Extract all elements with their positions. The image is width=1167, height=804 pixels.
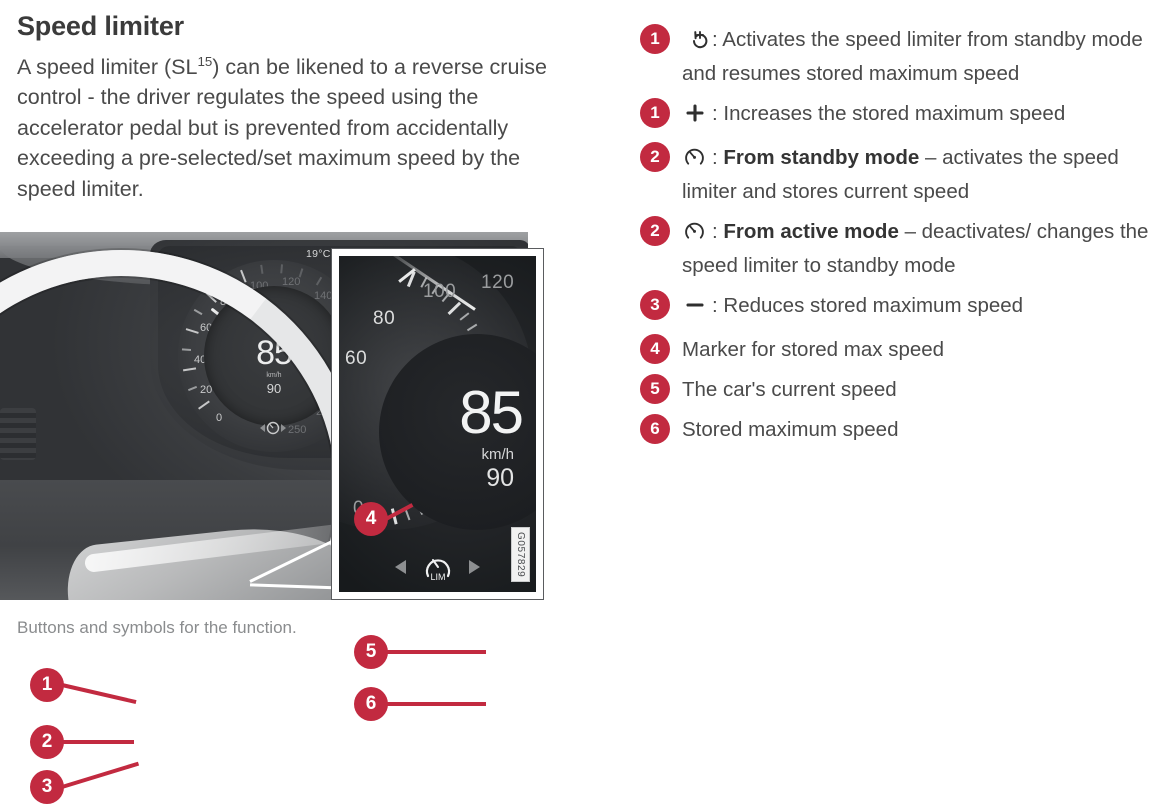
intro-text-part1: A speed limiter (SL <box>17 54 198 79</box>
legend-separator-1a: : <box>712 28 718 51</box>
lim-gauge-icon: LIM <box>421 550 455 584</box>
legend-text-1b: : Increases the stored maximum speed <box>682 98 1065 133</box>
legend-list: 1 : Activates the speed limiter from sta… <box>640 24 1164 454</box>
legend-item-4: 4 Marker for stored max speed <box>640 334 1164 365</box>
photo-caption: Buttons and symbols for the function. <box>17 618 297 637</box>
legend-badge-1b: 1 <box>640 98 670 128</box>
legend-body-4: Marker for stored max speed <box>682 338 945 361</box>
inset-speed-unit: km/h <box>481 446 514 463</box>
inset-tick <box>447 301 461 315</box>
legend-text-1a: : Activates the speed limiter from stand… <box>682 24 1164 89</box>
legend-body-1a: Activates the speed limiter from standby… <box>682 28 1143 85</box>
inset-tick <box>466 323 478 332</box>
inset-screen: 0 60 80 100 120 85 km/h 90 LIM G057829 <box>339 256 536 592</box>
legend-item-6: 6 Stored maximum speed <box>640 414 1164 445</box>
callout-line-1 <box>61 683 137 705</box>
inset-tick <box>404 509 411 521</box>
legend-badge-3: 3 <box>640 290 670 320</box>
legend-separator-2a: : <box>712 146 718 169</box>
speed-limiter-gauge-icon <box>682 220 708 251</box>
legend-body-5: The car's current speed <box>682 378 897 401</box>
callout-badge-3: 3 <box>30 770 64 804</box>
legend-bold-2a: From standby mode <box>723 146 920 169</box>
inset-status-bar: LIM <box>339 550 536 584</box>
page-title: Speed limiter <box>17 11 184 41</box>
legend-text-2a: : From standby mode – activates the spee… <box>682 142 1164 207</box>
legend-separator-2b: : <box>712 220 718 243</box>
legend-item-2a: 2 : From standby mode – activates the sp… <box>640 142 1164 207</box>
minus-icon <box>682 294 708 325</box>
callout-line-3 <box>61 761 140 789</box>
legend-item-1b: 1 : Increases the stored maximum speed <box>640 98 1164 133</box>
callout-badge-4: 4 <box>354 502 388 536</box>
callout-badge-5: 5 <box>354 635 388 669</box>
intro-paragraph: A speed limiter (SL15) can be likened to… <box>17 52 547 205</box>
callout-badge-6: 6 <box>354 687 388 721</box>
dial-tick <box>280 264 283 274</box>
svg-text:LIM: LIM <box>430 572 445 582</box>
legend-badge-5: 5 <box>640 374 670 404</box>
resume-plus-icon <box>682 28 708 59</box>
dial-tick <box>260 264 263 274</box>
inset-label-120: 120 <box>481 272 515 293</box>
legend-badge-6: 6 <box>640 414 670 444</box>
dial-tick <box>240 269 247 283</box>
legend-separator-3: : <box>712 294 718 317</box>
inset-label-60: 60 <box>345 348 368 369</box>
dial-tick <box>315 276 322 286</box>
current-speed-readout: 85 <box>459 379 524 446</box>
legend-badge-2b: 2 <box>640 216 670 246</box>
inset-tick <box>459 312 470 321</box>
stored-max-speed-readout: 90 <box>486 464 514 492</box>
plus-icon <box>682 102 708 133</box>
legend-bold-2b: From active mode <box>723 220 899 243</box>
legend-badge-1: 1 <box>640 24 670 54</box>
legend-text-3: : Reduces stored maximum speed <box>682 290 1023 325</box>
legend-separator-1b: : <box>712 102 718 125</box>
legend-item-5: 5 The car's current speed <box>640 374 1164 405</box>
triangle-right-icon[interactable] <box>468 560 480 574</box>
footnote-reference: 15 <box>197 53 213 69</box>
legend-item-1a: 1 : Activates the speed limiter from sta… <box>640 24 1164 89</box>
image-id-label: G057829 <box>511 526 530 582</box>
inset-label-80: 80 <box>373 308 396 329</box>
triangle-left-icon[interactable] <box>395 560 407 574</box>
legend-text-2b: : From active mode – deactivates/ change… <box>682 216 1164 281</box>
callout-line-2 <box>62 740 134 744</box>
inset-label-100: 100 <box>423 281 457 302</box>
legend-badge-4: 4 <box>640 334 670 364</box>
callout-badge-1: 1 <box>30 668 64 702</box>
instrument-display-inset: 0 60 80 100 120 85 km/h 90 LIM G057829 <box>331 248 544 600</box>
legend-body-6: Stored maximum speed <box>682 418 899 441</box>
callout-line-6 <box>386 702 486 706</box>
callout-badge-2: 2 <box>30 725 64 759</box>
legend-body-1b: Increases the stored maximum speed <box>723 102 1066 125</box>
legend-badge-2a: 2 <box>640 142 670 172</box>
outside-temperature-readout: 19°C <box>306 248 331 260</box>
legend-item-2b: 2 : From active mode – deactivates/ chan… <box>640 216 1164 281</box>
legend-item-3: 3 : Reduces stored maximum speed <box>640 290 1164 325</box>
legend-body-3: Reduces stored maximum speed <box>723 294 1024 317</box>
speed-limiter-gauge-icon <box>682 146 708 177</box>
